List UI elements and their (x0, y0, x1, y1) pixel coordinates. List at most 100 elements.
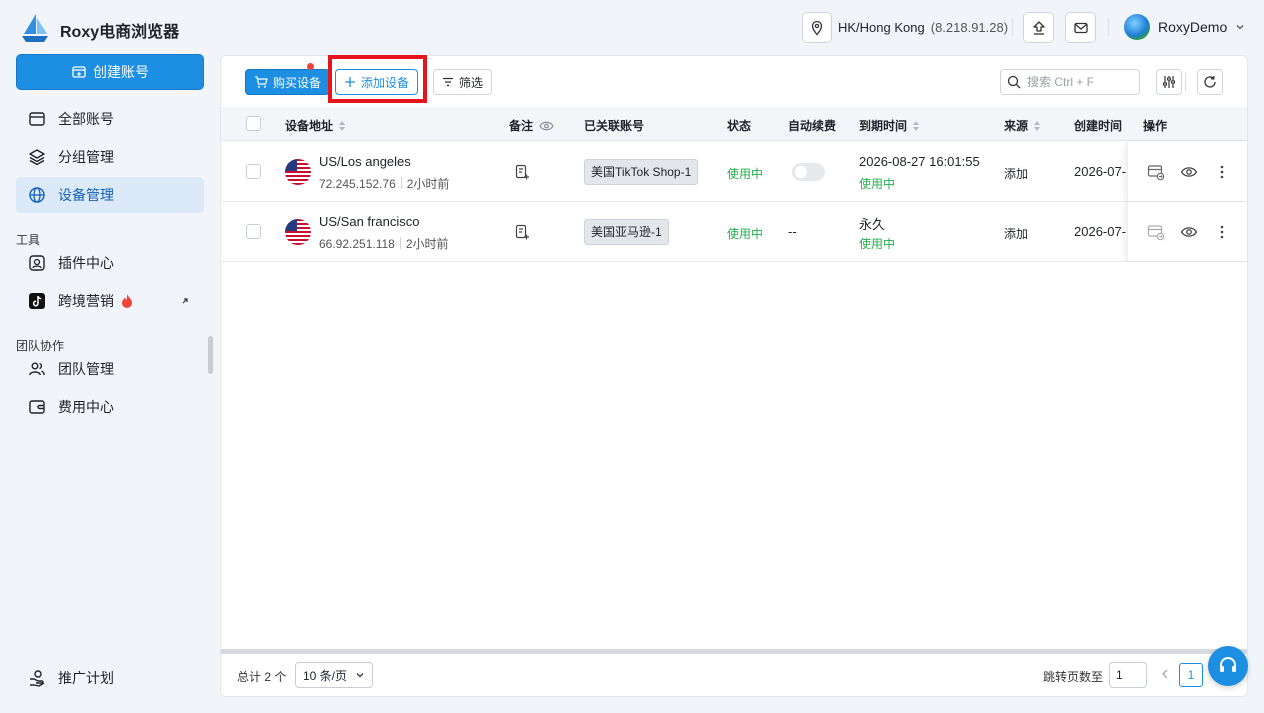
filter-button[interactable]: 筛选 (433, 69, 493, 95)
chevron-down-icon (356, 673, 364, 678)
sidebar-item-groups[interactable]: 分组管理 (16, 139, 204, 175)
sidebar-item-label: 分组管理 (58, 149, 114, 165)
upload-icon (1032, 20, 1045, 35)
switch-device-icon[interactable] (1147, 223, 1165, 241)
source: 添加 (1004, 167, 1029, 181)
sidebar-item-billing[interactable]: 费用中心 (16, 389, 204, 425)
plugin-icon (29, 255, 45, 271)
roxy-logo-icon (22, 14, 48, 42)
us-flag-icon (285, 219, 311, 245)
created-time: 2026-07- (1074, 224, 1127, 239)
avatar (1124, 14, 1150, 40)
row-checkbox[interactable] (246, 164, 261, 179)
page-size-value: 10 条/页 (303, 668, 348, 683)
sidebar-item-marketing[interactable]: 跨境营销 (16, 283, 204, 319)
buy-device-label: 购买设备 (273, 75, 322, 90)
user-name: RoxyDemo (1158, 19, 1228, 35)
tiktok-icon (29, 293, 45, 309)
more-icon[interactable] (1213, 163, 1231, 181)
headset-icon (1220, 657, 1236, 672)
notification-dot (307, 63, 314, 70)
search-box[interactable] (1000, 69, 1140, 95)
mail-icon (1073, 22, 1088, 33)
us-flag-icon (285, 159, 311, 185)
sidebar-item-label: 推广计划 (58, 670, 114, 686)
jump-page-input[interactable]: 1 (1109, 662, 1147, 688)
chevron-left-icon[interactable] (1159, 668, 1171, 680)
add-window-icon (72, 66, 86, 78)
horizontal-scrollbar[interactable] (221, 649, 1247, 654)
support-button[interactable] (1208, 646, 1248, 686)
cart-icon (255, 76, 268, 88)
sidebar-scrollbar[interactable] (208, 336, 213, 374)
total-count: 总计 2 个 (237, 670, 287, 684)
column-status: 状态 (727, 119, 752, 133)
gift-hand-icon (30, 670, 45, 687)
eye-icon[interactable] (539, 120, 554, 132)
edit-note-icon[interactable] (514, 164, 530, 180)
row-checkbox[interactable] (246, 224, 261, 239)
sidebar-item-label: 跨境营销 (58, 293, 114, 309)
page-size-select[interactable]: 10 条/页 (295, 662, 373, 688)
filter-label: 筛选 (459, 75, 484, 90)
switch-device-icon[interactable] (1147, 163, 1165, 181)
upload-button[interactable] (1023, 12, 1054, 43)
device-ip-line: 72.245.152.76 2小时前 (319, 177, 450, 191)
expire-time: 永久 (859, 217, 886, 232)
wallet-icon (29, 400, 45, 414)
user-menu[interactable]: RoxyDemo (1124, 14, 1245, 40)
expire-time: 2026-08-27 16:01:55 (859, 154, 980, 169)
sidebar-item-promotion[interactable]: 推广计划 (16, 660, 204, 696)
location-pin-icon (802, 12, 832, 43)
auto-renew-toggle[interactable] (792, 163, 825, 181)
column-linked-account: 已关联账号 (584, 119, 645, 133)
page-number-button[interactable]: 1 (1179, 663, 1203, 687)
mail-button[interactable] (1065, 12, 1096, 43)
jump-label: 跳转页数至 (1043, 670, 1104, 684)
search-input[interactable] (1027, 75, 1127, 89)
location-ip: (8.218.91.28) (930, 20, 1009, 35)
sidebar-item-label: 团队管理 (58, 361, 114, 377)
refresh-button[interactable] (1197, 69, 1223, 95)
expire-status: 使用中 (859, 237, 896, 251)
table-row[interactable]: US/Los angeles 72.245.152.76 2小时前 美国TikTo… (221, 142, 1247, 202)
fire-icon (122, 294, 132, 308)
device-ip-line: 66.92.251.118 2小时前 (319, 237, 449, 251)
linked-account-tag[interactable]: 美国TikTok Shop-1 (584, 159, 699, 185)
more-icon[interactable] (1213, 223, 1231, 241)
column-actions: 操作 (1143, 119, 1168, 133)
select-all-checkbox[interactable] (246, 116, 261, 131)
column-device-address[interactable]: 设备地址 (285, 117, 346, 134)
column-settings-button[interactable] (1156, 69, 1182, 95)
created-time: 2026-07- (1074, 164, 1127, 179)
edit-note-icon[interactable] (514, 224, 530, 240)
create-account-label: 创建账号 (93, 64, 149, 80)
create-account-button[interactable]: 创建账号 (16, 54, 204, 90)
column-created-time: 创建时间 (1074, 119, 1123, 133)
linked-account-tag[interactable]: 美国亚马逊-1 (584, 219, 669, 245)
eye-icon[interactable] (1180, 163, 1198, 181)
sidebar-item-plugins[interactable]: 插件中心 (16, 245, 204, 281)
table-row[interactable]: US/San francisco 66.92.251.118 2小时前 美国亚马逊… (221, 202, 1247, 262)
buy-device-button[interactable]: 购买设备 (245, 69, 331, 95)
eye-icon[interactable] (1180, 223, 1198, 241)
filter-icon (443, 77, 453, 87)
window-icon (29, 112, 45, 126)
column-note[interactable]: 备注 (509, 117, 554, 134)
sidebar-item-label: 费用中心 (58, 399, 114, 415)
status-badge: 使用中 (727, 227, 764, 241)
divider (1108, 18, 1109, 36)
sidebar-item-team[interactable]: 团队管理 (16, 351, 204, 387)
sidebar-item-devices[interactable]: 设备管理 (16, 177, 204, 213)
device-location: US/Los angeles (319, 154, 411, 169)
column-source[interactable]: 来源 (1004, 117, 1041, 134)
external-link-icon (182, 298, 188, 304)
column-expire-time[interactable]: 到期时间 (859, 117, 920, 134)
divider (1185, 73, 1186, 91)
search-icon (1007, 75, 1021, 89)
sidebar-item-all-accounts[interactable]: 全部账号 (16, 101, 204, 137)
proxy-location[interactable]: HK/Hong Kong (8.218.91.28) (802, 12, 1020, 43)
sort-icon (1034, 120, 1041, 131)
sidebar-item-label: 设备管理 (58, 187, 114, 203)
users-icon (29, 362, 45, 376)
